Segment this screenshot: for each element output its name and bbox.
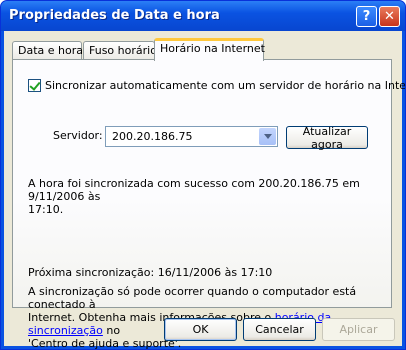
tab-time-zone[interactable]: Fuso horário: [83, 41, 157, 59]
auto-sync-label[interactable]: Sincronizar automaticamente com um servi…: [45, 79, 405, 92]
next-sync-text: Próxima sincronização: 16/11/2006 às 17:…: [28, 266, 273, 279]
title-bar[interactable]: Propriedades de Data e hora ? ✕: [1, 1, 405, 31]
sync-status-text: A hora foi sincronizada com sucesso com …: [28, 177, 391, 216]
internet-time-panel: Sincronizar automaticamente com um servi…: [12, 59, 405, 349]
sync-status-line: 17:10.: [28, 203, 64, 216]
close-icon: ✕: [384, 9, 395, 24]
sync-status-line: A hora foi sincronizada com sucesso com …: [28, 177, 360, 203]
info-text: Internet. Obtenha mais informações sobre…: [28, 311, 275, 324]
dialog-client-area: Data e hora Fuso horário Horário na Inte…: [4, 31, 405, 349]
tab-internet-time[interactable]: Horário na Internet: [154, 38, 265, 61]
info-text: no: [102, 324, 121, 337]
tab-label: Horário na Internet: [160, 42, 265, 55]
help-icon: ?: [362, 9, 371, 24]
update-now-button[interactable]: Atualizar agora: [286, 125, 368, 151]
tab-label: Data e hora: [18, 44, 83, 57]
server-select[interactable]: 200.20.186.75: [105, 126, 278, 147]
help-button[interactable]: ?: [356, 6, 377, 27]
info-line: A sincronização só pode ocorrer quando o…: [28, 285, 357, 311]
tab-label: Fuso horário: [89, 44, 157, 57]
auto-sync-checkbox[interactable]: [28, 79, 41, 92]
tab-date-time[interactable]: Data e hora: [12, 41, 83, 59]
window-title: Propriedades de Data e hora: [9, 8, 220, 23]
chevron-down-icon[interactable]: [259, 128, 276, 145]
auto-sync-row[interactable]: Sincronizar automaticamente com um servi…: [28, 79, 405, 92]
server-label: Servidor:: [53, 129, 103, 142]
apply-button[interactable]: Aplicar: [322, 318, 395, 341]
cancel-button[interactable]: Cancelar: [243, 318, 316, 341]
close-button[interactable]: ✕: [379, 6, 400, 27]
ok-button[interactable]: OK: [164, 318, 237, 341]
properties-dialog: Propriedades de Data e hora ? ✕ Data e h…: [0, 0, 406, 350]
server-value: 200.20.186.75: [112, 130, 193, 143]
